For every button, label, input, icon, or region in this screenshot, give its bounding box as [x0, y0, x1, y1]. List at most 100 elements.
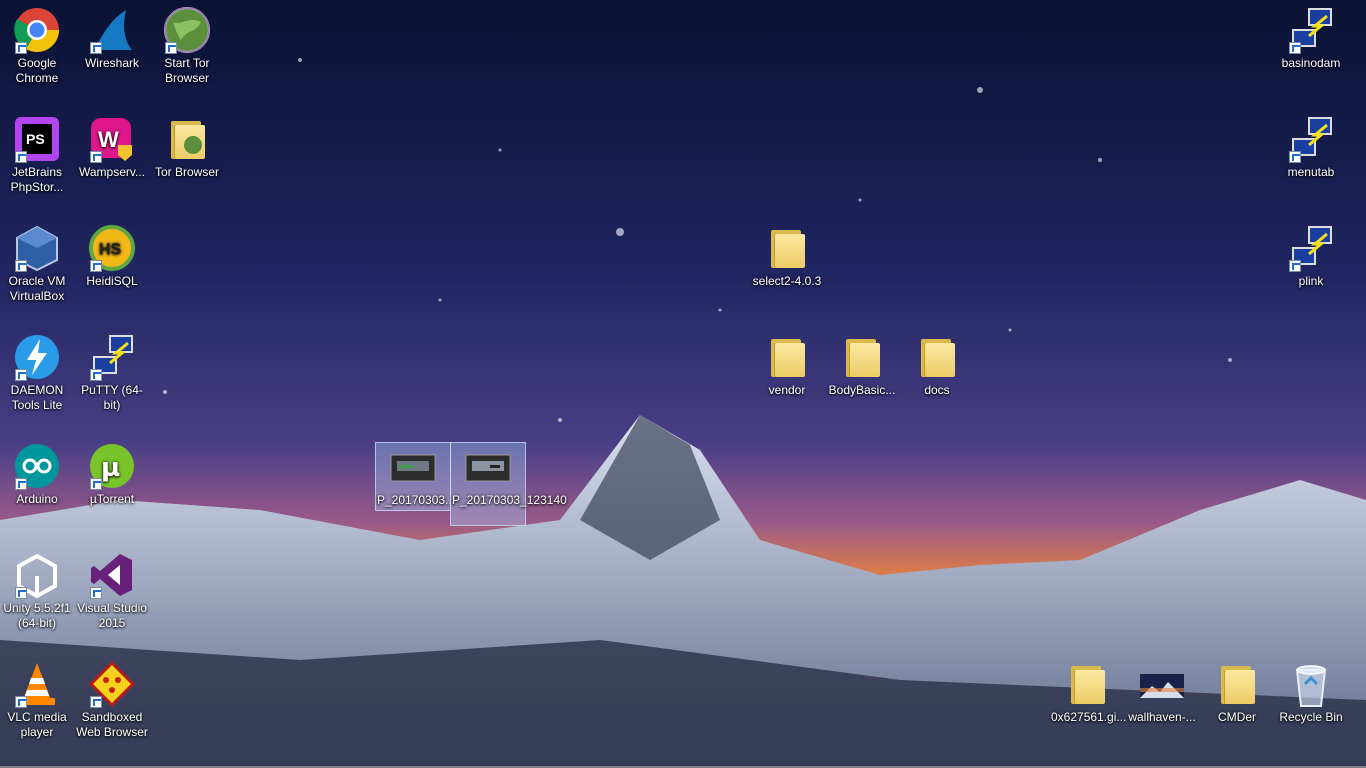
wampserver-icon: W — [88, 115, 136, 163]
desktop-icon-vendor-folder[interactable]: vendor — [750, 333, 824, 398]
desktop-icon-start-tor-browser[interactable]: Start Tor Browser — [150, 6, 224, 86]
icon-label: Tor Browser — [154, 165, 219, 179]
putty-icon — [88, 333, 136, 381]
shortcut-arrow-icon — [15, 151, 27, 163]
icon-label: 0x627561.gi... — [1051, 710, 1127, 724]
desktop-icon-vlc[interactable]: VLC media player — [0, 660, 74, 740]
desktop-icon-menutab[interactable]: menutab — [1274, 115, 1348, 180]
icon-label: wallhaven-... — [1128, 710, 1196, 724]
shortcut-arrow-icon — [90, 260, 102, 272]
desktop-icon-docs-folder[interactable]: docs — [900, 333, 974, 398]
icon-label: P_20170303... — [377, 493, 456, 507]
shortcut-arrow-icon — [90, 42, 102, 54]
desktop-icon-plink[interactable]: plink — [1274, 224, 1348, 289]
sandboxie-icon — [88, 660, 136, 708]
desktop-icon-wampserver[interactable]: W Wampserv... — [75, 115, 149, 180]
shortcut-arrow-icon — [165, 42, 177, 54]
desktop-icon-utorrent[interactable]: µ µTorrent — [75, 442, 149, 507]
desktop-icon-arduino[interactable]: Arduino — [0, 442, 74, 507]
folder-icon — [763, 224, 811, 272]
desktop-icon-recycle-bin[interactable]: Recycle Bin — [1274, 660, 1348, 725]
virtualbox-icon — [13, 224, 61, 272]
heidisql-icon: HS — [88, 224, 136, 272]
wireshark-icon — [88, 6, 136, 54]
icon-label: VLC media player — [7, 710, 67, 739]
utorrent-icon: µ — [88, 442, 136, 490]
desktop-icon-visual-studio[interactable]: Visual Studio 2015 — [75, 551, 149, 631]
icon-label: CMDer — [1218, 710, 1256, 724]
shortcut-arrow-icon — [15, 696, 27, 708]
folder-icon — [1213, 660, 1261, 708]
icon-label: PuTTY (64-bit) — [81, 383, 143, 412]
icon-label: Unity 5.5.2f1 (64-bit) — [3, 601, 71, 630]
shortcut-arrow-icon — [90, 587, 102, 599]
desktop-icon-basinodam[interactable]: basinodam — [1274, 6, 1348, 71]
icon-label: Oracle VM VirtualBox — [8, 274, 66, 303]
desktop-icon-photo-2[interactable]: P_20170303_123140 — [450, 442, 567, 526]
unity-icon — [13, 551, 61, 599]
svg-text:µ: µ — [101, 453, 120, 483]
desktop-icon-heidisql[interactable]: HS HeidiSQL — [75, 224, 149, 289]
desktop-icon-sandboxed-browser[interactable]: Sandboxed Web Browser — [75, 660, 149, 740]
tor-globe-icon — [163, 6, 211, 54]
tor-folder-icon — [163, 115, 211, 163]
svg-text:PS: PS — [26, 131, 45, 147]
icon-label: Wampserv... — [78, 165, 145, 179]
image-file-icon — [464, 443, 512, 491]
icon-label: Recycle Bin — [1279, 710, 1343, 724]
icon-label: Sandboxed Web Browser — [76, 710, 148, 739]
chrome-icon — [13, 6, 61, 54]
shortcut-arrow-icon — [15, 369, 27, 381]
desktop-icon-cmder-folder[interactable]: CMDer — [1200, 660, 1274, 725]
icon-label: JetBrains PhpStor... — [10, 165, 64, 194]
desktop-icon-photo-1[interactable]: P_20170303... — [375, 442, 456, 511]
image-file-icon — [389, 443, 437, 491]
desktop-icon-virtualbox[interactable]: Oracle VM VirtualBox — [0, 224, 74, 304]
folder-icon — [1063, 660, 1111, 708]
desktop-icon-daemon-tools[interactable]: DAEMON Tools Lite — [0, 333, 74, 413]
desktop-icon-wireshark[interactable]: Wireshark — [75, 6, 149, 71]
icon-label: Visual Studio 2015 — [77, 601, 147, 630]
icon-label: Google Chrome — [15, 56, 59, 85]
phpstorm-icon: PS — [13, 115, 61, 163]
desktop-icon-google-chrome[interactable]: Google Chrome — [0, 6, 74, 86]
desktop-icon-unity[interactable]: Unity 5.5.2f1 (64-bit) — [0, 551, 74, 631]
icon-label: HeidiSQL — [86, 274, 138, 288]
icon-label: µTorrent — [89, 492, 135, 506]
shortcut-arrow-icon — [90, 151, 102, 163]
icon-label: plink — [1298, 274, 1324, 288]
putty-session-icon — [1287, 6, 1335, 54]
vlc-icon — [13, 660, 61, 708]
arduino-icon — [13, 442, 61, 490]
image-file-icon — [1138, 660, 1186, 708]
svg-text:HS: HS — [99, 241, 122, 258]
shortcut-arrow-icon — [15, 42, 27, 54]
icon-label: docs — [924, 383, 950, 397]
putty-session-icon — [1287, 115, 1335, 163]
folder-icon — [763, 333, 811, 381]
icon-label: BodyBasic... — [828, 383, 896, 397]
icon-label: vendor — [768, 383, 806, 397]
desktop-icon-select2-folder[interactable]: select2-4.0.3 — [750, 224, 824, 289]
shortcut-arrow-icon — [15, 587, 27, 599]
svg-text:W: W — [98, 127, 119, 152]
icon-label: DAEMON Tools Lite — [10, 383, 64, 412]
desktop-icon-wallhaven-image[interactable]: wallhaven-... — [1125, 660, 1199, 725]
icon-label: Arduino — [16, 492, 58, 506]
folder-icon — [913, 333, 961, 381]
icon-label: basinodam — [1281, 56, 1341, 70]
putty-session-icon — [1287, 224, 1335, 272]
icon-label: P_20170303_123140 — [452, 493, 567, 507]
desktop-icon-tor-browser-folder[interactable]: Tor Browser — [150, 115, 224, 180]
shortcut-arrow-icon — [15, 478, 27, 490]
icon-label: Wireshark — [84, 56, 139, 70]
desktop-icon-putty[interactable]: PuTTY (64-bit) — [75, 333, 149, 413]
shortcut-arrow-icon — [1289, 260, 1301, 272]
desktop-icon-bodybasic-folder[interactable]: BodyBasic... — [825, 333, 899, 398]
visual-studio-icon — [88, 551, 136, 599]
desktop-icon-0x627561-folder[interactable]: 0x627561.gi... — [1050, 660, 1127, 725]
desktop-icon-phpstorm[interactable]: PS JetBrains PhpStor... — [0, 115, 74, 195]
daemon-tools-icon — [13, 333, 61, 381]
shortcut-arrow-icon — [90, 696, 102, 708]
icon-label: menutab — [1287, 165, 1335, 179]
